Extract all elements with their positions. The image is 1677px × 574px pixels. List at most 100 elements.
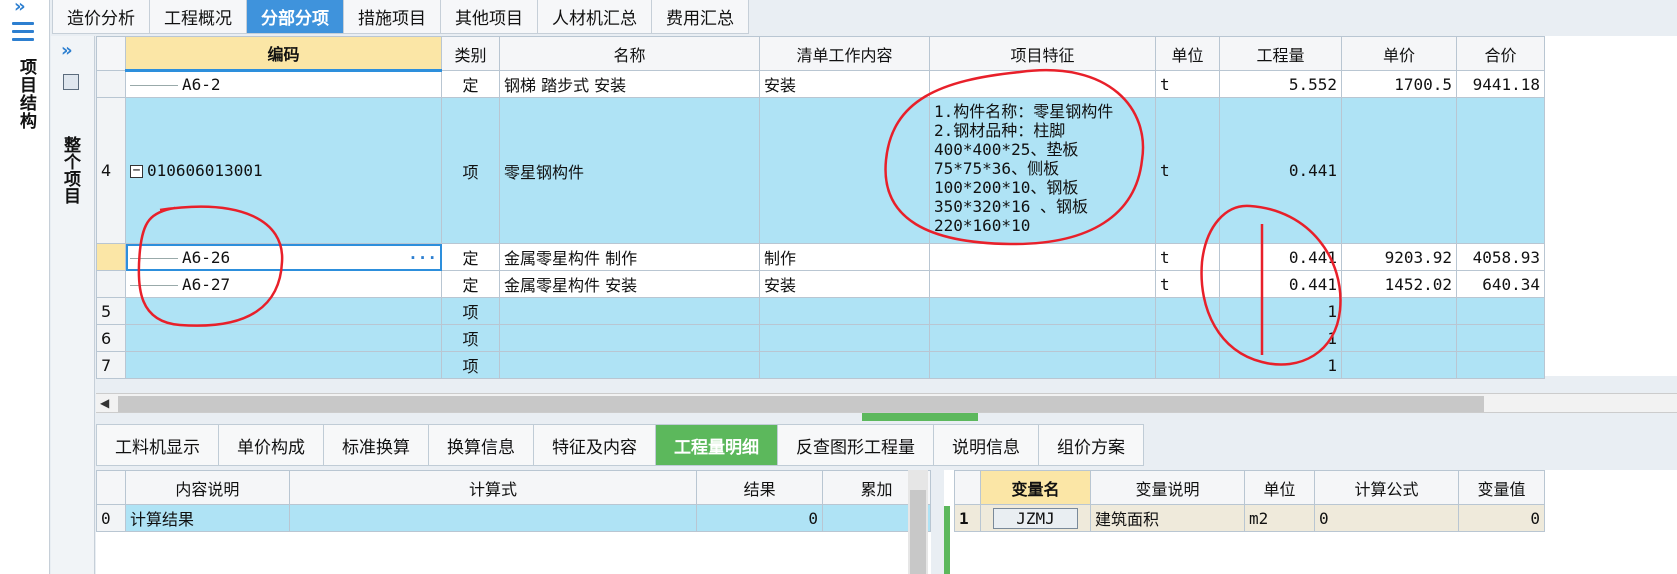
col-total[interactable]: 合价 xyxy=(1456,36,1545,71)
tab-description-info[interactable]: 说明信息 xyxy=(933,424,1039,466)
name-cell[interactable]: 金属零星构件 制作 xyxy=(499,243,760,271)
col-variable-name[interactable]: 变量名 xyxy=(980,470,1091,505)
qty-cell[interactable]: 0.441 xyxy=(1219,243,1342,271)
code-cell[interactable]: A6-26 xyxy=(182,248,230,267)
type-cell[interactable]: 项 xyxy=(441,324,500,352)
tab-standard-conversion[interactable]: 标准换算 xyxy=(323,424,429,466)
horizontal-scrollbar[interactable]: ◀ xyxy=(96,393,1677,413)
feature-cell[interactable] xyxy=(929,243,1156,271)
col-code[interactable]: 编码 xyxy=(125,36,442,72)
tab-graphic-quantity-lookup[interactable]: 反查图形工程量 xyxy=(777,424,934,466)
tab-cost-analysis[interactable]: 造价分析 xyxy=(52,0,150,34)
qty-cell[interactable]: 1 xyxy=(1219,324,1342,352)
col-variable-value[interactable]: 变量值 xyxy=(1458,470,1545,505)
col-unit-price[interactable]: 单价 xyxy=(1341,36,1457,71)
col-result[interactable]: 结果 xyxy=(696,470,824,505)
code-cell[interactable] xyxy=(125,297,442,325)
formula-cell[interactable] xyxy=(288,504,698,532)
code-cell[interactable]: A6-2 xyxy=(182,75,221,94)
qty-cell[interactable]: 1 xyxy=(1219,297,1342,325)
expand-chevron-icon[interactable]: » xyxy=(14,0,26,17)
table-row[interactable]: A6-2 定 钢梯 踏步式 安装 安装 t 5.552 1700.5 9441.… xyxy=(96,70,1545,98)
work-cell[interactable]: 安装 xyxy=(759,70,930,98)
unit-cell[interactable] xyxy=(1155,324,1220,352)
feature-cell[interactable]: 1.构件名称：零星钢构件 2.钢材品种：柱脚 400*400*25、垫板 75*… xyxy=(929,97,1156,244)
work-cell[interactable] xyxy=(759,97,930,244)
result-cell[interactable]: 0 xyxy=(696,504,824,532)
total-cell[interactable]: 640.34 xyxy=(1456,270,1545,298)
table-row[interactable]: 0 计算结果 0 xyxy=(96,504,931,532)
code-cell[interactable]: A6-27 xyxy=(182,275,230,294)
tab-features-content[interactable]: 特征及内容 xyxy=(533,424,656,466)
tab-sub-items[interactable]: 分部分项 xyxy=(246,0,344,34)
name-cell[interactable]: 金属零星构件 安装 xyxy=(499,270,760,298)
type-cell[interactable]: 定 xyxy=(441,243,500,271)
unit-cell[interactable] xyxy=(1155,297,1220,325)
unit-cell[interactable]: t xyxy=(1155,97,1220,244)
vertical-scrollbar[interactable] xyxy=(908,470,928,574)
col-name[interactable]: 名称 xyxy=(499,36,760,71)
desc-cell[interactable]: 计算结果 xyxy=(124,504,290,532)
col-content-desc[interactable]: 内容说明 xyxy=(124,470,290,505)
expand-chevron-icon[interactable]: » xyxy=(61,40,73,61)
feature-cell[interactable] xyxy=(929,324,1156,352)
variable-formula-cell[interactable]: 0 xyxy=(1314,504,1459,532)
qty-cell[interactable]: 0.441 xyxy=(1219,97,1342,244)
tab-labor-material-summary[interactable]: 人材机汇总 xyxy=(537,0,652,34)
code-cell[interactable] xyxy=(125,351,442,379)
work-cell[interactable] xyxy=(759,297,930,325)
qty-cell[interactable]: 0.441 xyxy=(1219,270,1342,298)
total-cell[interactable] xyxy=(1456,324,1545,352)
scroll-thumb[interactable] xyxy=(910,490,926,574)
feature-cell[interactable] xyxy=(929,70,1156,98)
panel-splitter[interactable] xyxy=(862,413,978,421)
tab-pricing-scheme[interactable]: 组价方案 xyxy=(1038,424,1144,466)
col-variable-formula[interactable]: 计算公式 xyxy=(1314,470,1459,505)
total-cell[interactable]: 4058.93 xyxy=(1456,243,1545,271)
unit-cell[interactable] xyxy=(1155,351,1220,379)
tab-cost-summary[interactable]: 费用汇总 xyxy=(651,0,749,34)
price-cell[interactable]: 9203.92 xyxy=(1341,243,1457,271)
whole-project-label[interactable]: 整个项目 xyxy=(59,136,80,204)
table-row[interactable]: 6 项 1 xyxy=(96,324,1545,352)
col-type[interactable]: 类别 xyxy=(441,36,500,71)
type-cell[interactable]: 项 xyxy=(441,97,500,244)
tab-project-overview[interactable]: 工程概况 xyxy=(149,0,247,34)
qty-cell[interactable]: 1 xyxy=(1219,351,1342,379)
tab-quantity-detail[interactable]: 工程量明细 xyxy=(655,424,778,466)
work-cell[interactable]: 制作 xyxy=(759,243,930,271)
type-cell[interactable]: 定 xyxy=(441,70,500,98)
name-cell[interactable] xyxy=(499,324,760,352)
total-cell[interactable] xyxy=(1456,97,1545,244)
variable-unit-cell[interactable]: m2 xyxy=(1244,504,1315,532)
col-unit[interactable]: 单位 xyxy=(1155,36,1220,71)
col-quantity[interactable]: 工程量 xyxy=(1219,36,1342,71)
document-icon[interactable] xyxy=(63,74,79,90)
price-cell[interactable] xyxy=(1341,351,1457,379)
total-cell[interactable] xyxy=(1456,297,1545,325)
tab-other-items[interactable]: 其他项目 xyxy=(440,0,538,34)
col-work-content[interactable]: 清单工作内容 xyxy=(759,36,930,71)
variable-value-cell[interactable]: 0 xyxy=(1458,504,1545,532)
table-row[interactable]: A6-26 ··· 定 金属零星构件 制作 制作 t 0.441 9203.92 … xyxy=(96,243,1545,271)
unit-cell[interactable]: t xyxy=(1155,270,1220,298)
col-variable-unit[interactable]: 单位 xyxy=(1244,470,1315,505)
price-cell[interactable] xyxy=(1341,297,1457,325)
code-cell[interactable] xyxy=(125,324,442,352)
unit-cell[interactable]: t xyxy=(1155,70,1220,98)
tab-labor-material-display[interactable]: 工料机显示 xyxy=(96,424,219,466)
name-cell[interactable] xyxy=(499,297,760,325)
col-variable-desc[interactable]: 变量说明 xyxy=(1090,470,1245,505)
col-formula[interactable]: 计算式 xyxy=(288,470,698,505)
scroll-left-icon[interactable]: ◀ xyxy=(100,396,109,410)
tab-conversion-info[interactable]: 换算信息 xyxy=(428,424,534,466)
type-cell[interactable]: 定 xyxy=(441,270,500,298)
variable-name-cell[interactable]: JZMJ xyxy=(993,507,1078,529)
total-cell[interactable] xyxy=(1456,351,1545,379)
code-cell[interactable]: 010606013001 xyxy=(147,161,263,180)
name-cell[interactable]: 零星钢构件 xyxy=(499,97,760,244)
work-cell[interactable]: 安装 xyxy=(759,270,930,298)
total-cell[interactable]: 9441.18 xyxy=(1456,70,1545,98)
price-cell[interactable] xyxy=(1341,324,1457,352)
name-cell[interactable] xyxy=(499,351,760,379)
